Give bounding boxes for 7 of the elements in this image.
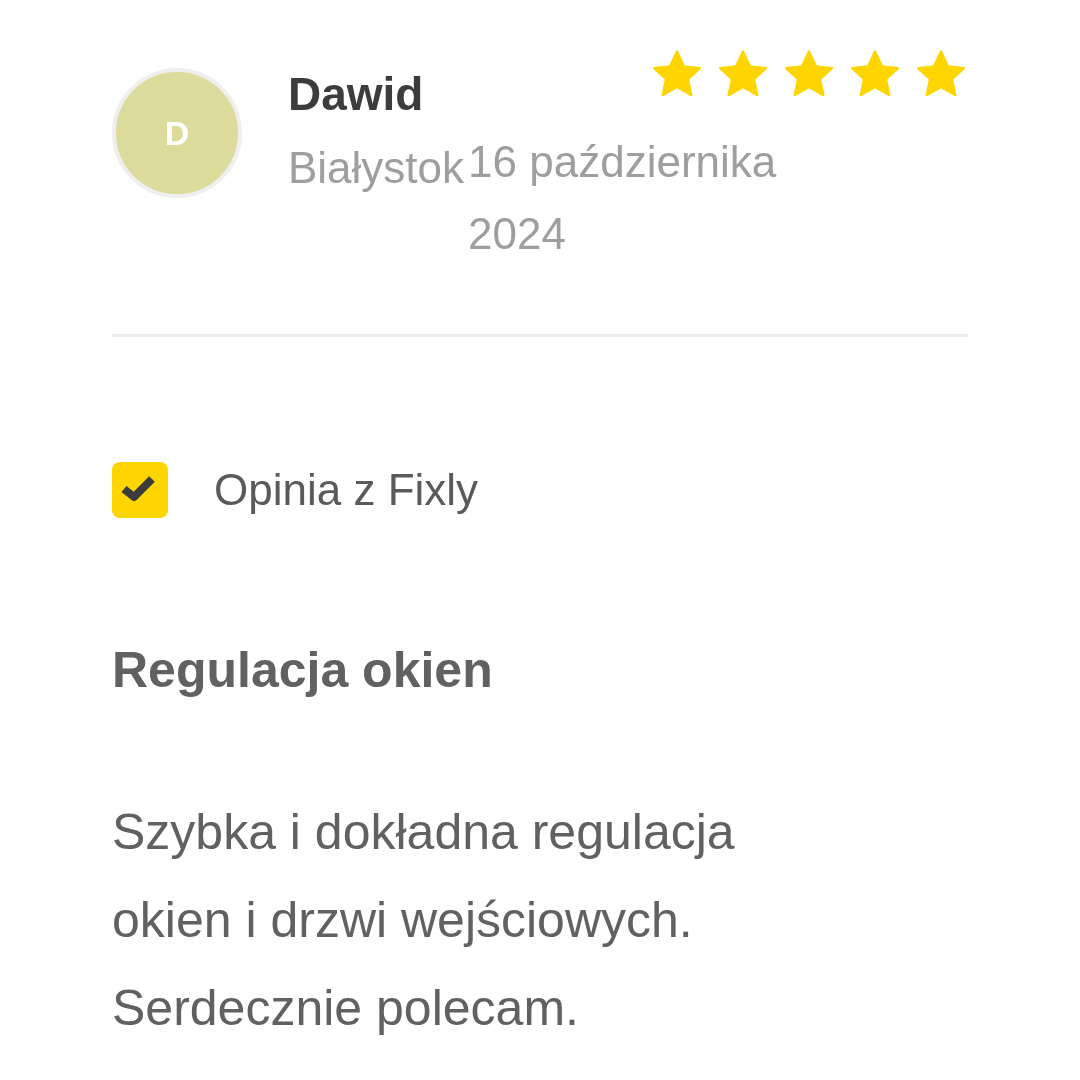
reviewer-name: Dawid: [288, 67, 424, 122]
source-label: Opinia z Fixly: [214, 463, 479, 516]
review-date: 16 października 2024: [468, 135, 778, 260]
review-text: Szybka i dokładna regulacja okien i drzwi wejściowych. Serdecznie polecam.: [112, 802, 736, 1038]
avatar-initial: D: [164, 112, 190, 154]
review-title: Regulacja okien: [112, 640, 494, 700]
reviewer-location: Białystok: [288, 141, 465, 194]
